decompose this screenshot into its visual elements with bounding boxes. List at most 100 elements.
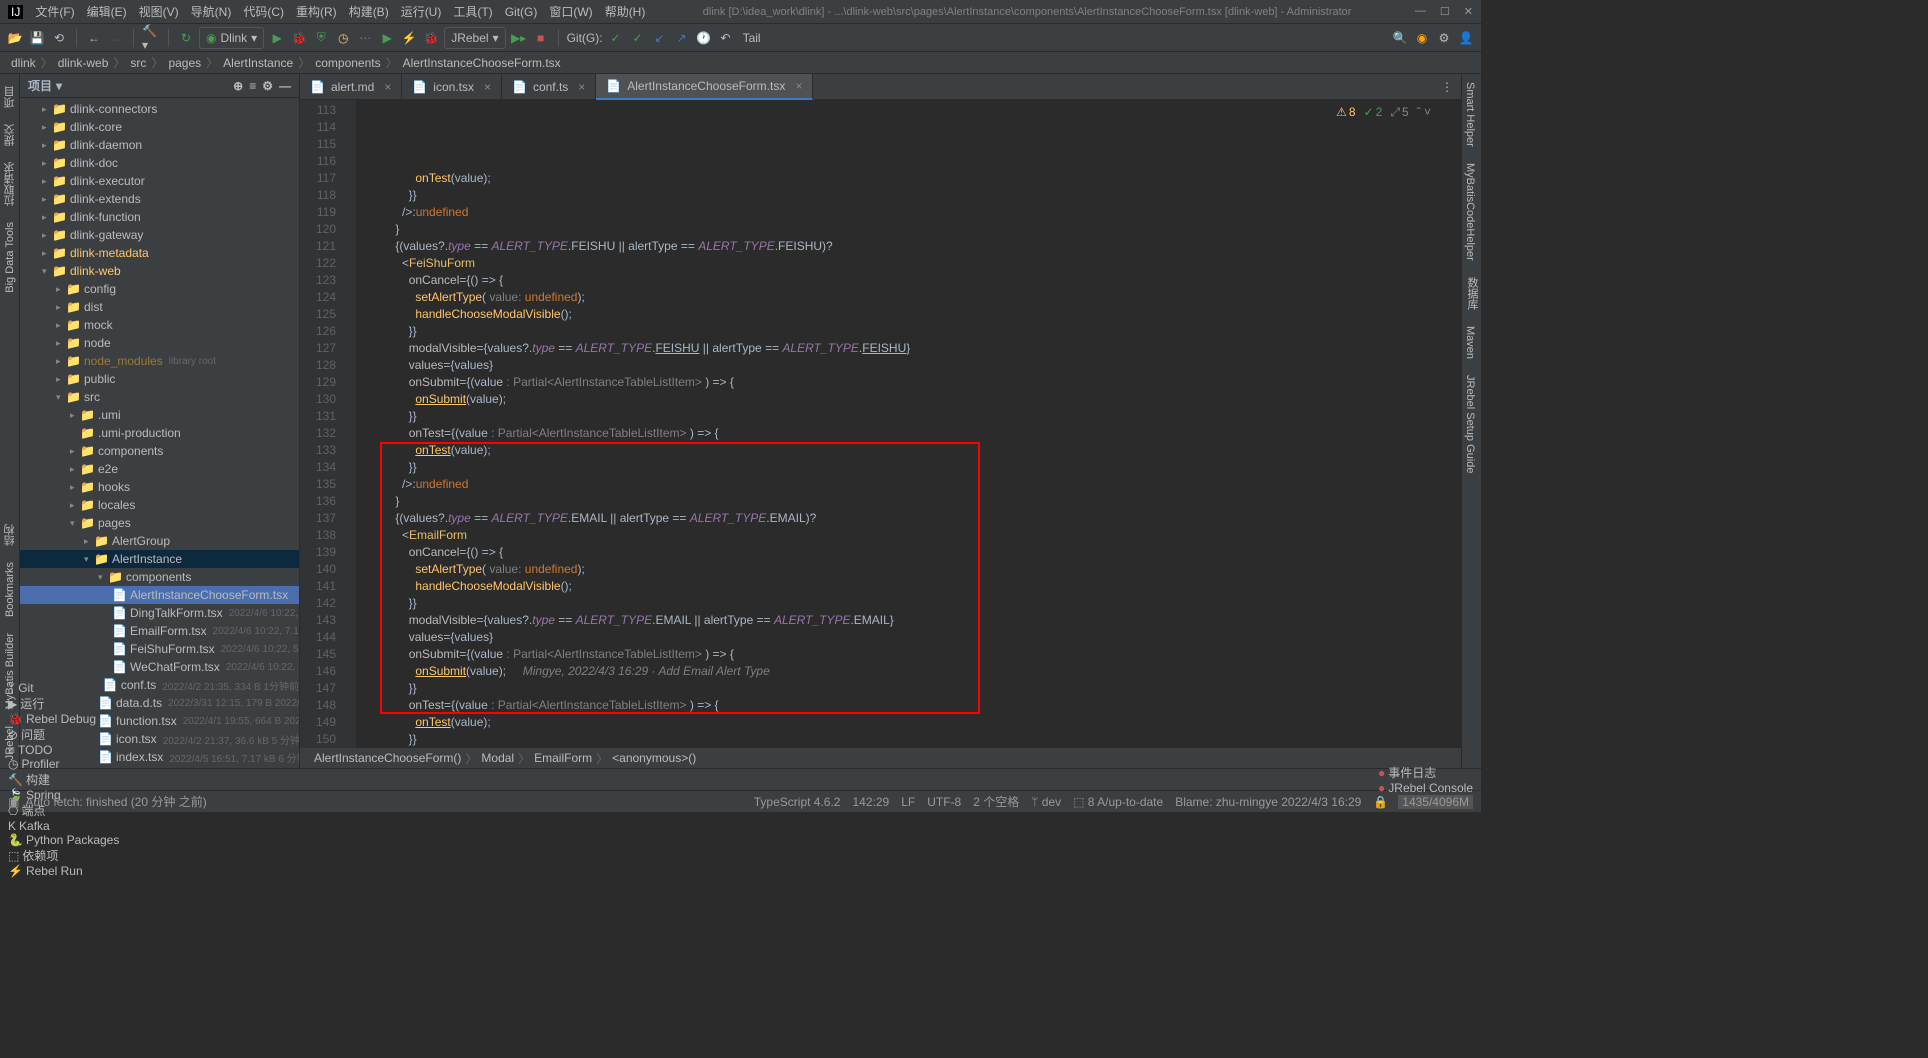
project-tree[interactable]: ▸📁dlink-connectors▸📁dlink-core▸📁dlink-da… [20,98,299,768]
menu-item[interactable]: 代码(C) [237,5,290,19]
status-branch[interactable]: ᛘ dev [1025,795,1067,809]
bottom-tool[interactable]: ⚡Rebel Run [8,864,119,878]
bottom-tool[interactable]: ⬚依赖项 [8,847,119,864]
tree-node[interactable]: ▸📁locales [20,496,299,514]
git-history-icon[interactable]: 🕐 [695,29,713,47]
bottom-tool[interactable]: ⊘问题 [8,726,119,743]
status-memory[interactable]: 1435/4096M [1398,795,1473,809]
project-settings-icon[interactable]: ⚙ [262,79,273,93]
tree-node[interactable]: ▸📁dlink-executor [20,172,299,190]
menu-item[interactable]: 重构(R) [290,5,343,19]
tree-node[interactable]: ▸📁dlink-doc [20,154,299,172]
profile-icon[interactable]: ◷ [334,29,352,47]
back-icon[interactable]: ← [85,29,103,47]
search-icon[interactable]: 🔍 [1391,29,1409,47]
close-icon[interactable]: ✕ [1464,5,1473,18]
menu-item[interactable]: Git(G) [499,5,544,19]
breadcrumb-item[interactable]: dlink-web [55,56,112,70]
tree-node[interactable]: ▸📁AlertGroup [20,532,299,550]
git-commit-icon[interactable]: ✓ [607,29,625,47]
bottom-tool[interactable]: 🐞Rebel Debug [8,712,119,726]
project-collapse-icon[interactable]: ≡ [249,79,256,93]
tree-node[interactable]: ▸📁node [20,334,299,352]
tree-node[interactable]: ▸📁public [20,370,299,388]
tree-node[interactable]: ▾📁src [20,388,299,406]
forward-icon[interactable]: → [107,29,125,47]
open-icon[interactable]: 📂 [6,29,24,47]
bottom-tool[interactable]: 🐍Python Packages [8,833,119,847]
left-tab-pr[interactable]: 拉取请求 [0,154,20,214]
left-tab-bookmarks[interactable]: Bookmarks [2,554,18,625]
git-pull-icon[interactable]: ↙ [651,29,669,47]
sync-icon[interactable]: ⟲ [50,29,68,47]
editor-tab[interactable]: 📄AlertInstanceChooseForm.tsx× [596,74,813,100]
tree-node[interactable]: 📄DingTalkForm.tsx2022/4/6 10:22, 5.2 [20,604,299,622]
tab-close-icon[interactable]: × [795,79,802,93]
tab-close-icon[interactable]: × [484,80,491,94]
bottom-tool[interactable]: ▶运行 [8,695,119,712]
breadcrumb-item[interactable]: AlertInstanceChooseForm.tsx [400,56,564,70]
breadcrumb-item[interactable]: pages [165,56,204,70]
refresh-icon[interactable]: ↻ [177,29,195,47]
menu-item[interactable]: 工具(T) [447,5,498,19]
right-tab-helper[interactable]: Smart Helper [1462,74,1478,155]
thunder-icon[interactable]: ⚡ [400,29,418,47]
status-sync[interactable]: ⬚ 8 A/up-to-date [1067,795,1169,809]
breadcrumb-item[interactable]: src [127,56,149,70]
tree-node[interactable]: 📄EmailForm.tsx2022/4/6 10:22, 7.19 kl [20,622,299,640]
tree-node[interactable]: ▸📁dist [20,298,299,316]
bottom-tool[interactable]: ◷Profiler [8,757,119,771]
tab-close-icon[interactable]: × [384,80,391,94]
status-window-icon[interactable]: ▣ [8,795,19,809]
gear-icon[interactable]: ⚙ [1435,29,1453,47]
status-pos[interactable]: 142:29 [846,795,895,809]
stop-icon[interactable]: ■ [532,29,550,47]
hammer-icon[interactable]: 🔨▾ [142,29,160,47]
left-tab-jrebel[interactable]: JRebel [2,718,18,768]
bottom-tool[interactable]: KKafka [8,819,119,833]
tail-label[interactable]: Tail [743,31,761,45]
breadcrumb-item[interactable]: AlertInstance [220,56,296,70]
tree-node[interactable]: 📄FeiShuForm.tsx2022/4/6 10:22, 5.61 l [20,640,299,658]
breadcrumb-item[interactable]: dlink [8,56,39,70]
tree-node[interactable]: ▸📁.umi [20,406,299,424]
tab-menu-icon[interactable]: ⋮ [1433,80,1461,94]
tab-close-icon[interactable]: × [578,80,585,94]
right-tab-jrebel[interactable]: JRebel Setup Guide [1462,367,1478,481]
bottom-tool[interactable]: 🔨构建 [8,771,119,788]
editor-breadcrumb-item[interactable]: EmailForm [530,751,596,765]
status-blame[interactable]: Blame: zhu-mingye 2022/4/3 16:29 [1169,795,1367,809]
save-icon[interactable]: 💾 [28,29,46,47]
status-indent[interactable]: 2 个空格 [967,793,1025,810]
editor-breadcrumb[interactable]: AlertInstanceChooseForm() 〉 Modal 〉 Emai… [300,748,1461,768]
debug2-icon[interactable]: 🐞 [422,29,440,47]
editor-tab[interactable]: 📄alert.md× [300,74,402,100]
git-push-icon[interactable]: ✓ [629,29,647,47]
runmore-icon[interactable]: ▶▸ [510,29,528,47]
tree-node[interactable]: ▸📁dlink-core [20,118,299,136]
tree-node[interactable]: 📄WeChatForm.tsx2022/4/6 10:22, 7.04 [20,658,299,676]
run-config-dropdown[interactable]: ◉Dlink▾ [199,27,264,49]
editor-tab[interactable]: 📄conf.ts× [502,74,596,100]
editor-breadcrumb-item[interactable]: AlertInstanceChooseForm() [310,751,465,765]
menu-item[interactable]: 编辑(E) [81,5,133,19]
project-target-icon[interactable]: ⊕ [233,79,243,93]
jrebel-dropdown[interactable]: JRebel▾ [444,27,505,49]
right-tab-db[interactable]: 数据库 [1462,269,1482,318]
left-tab-bigdata[interactable]: Big Data Tools [2,214,18,301]
tree-node[interactable]: ▸📁hooks [20,478,299,496]
debug-icon[interactable]: 🐞 [290,29,308,47]
menu-item[interactable]: 帮助(H) [599,5,652,19]
bottom-tool[interactable]: ᛘGit [8,681,119,695]
coverage-icon[interactable]: ⛨ [312,29,330,47]
tree-node[interactable]: 📄AlertInstanceChooseForm.tsx2022 [20,586,299,604]
run-icon[interactable]: ▶ [268,29,286,47]
status-enc[interactable]: UTF-8 [921,795,967,809]
minimize-icon[interactable]: — [1415,5,1426,18]
bottom-tool-right[interactable]: ● JRebel Console [1378,781,1473,795]
git-undo-icon[interactable]: ↶ [717,29,735,47]
tree-node[interactable]: ▸📁components [20,442,299,460]
tree-node[interactable]: ▾📁components [20,568,299,586]
tree-node[interactable]: ▸📁dlink-extends [20,190,299,208]
project-hide-icon[interactable]: — [279,79,291,93]
